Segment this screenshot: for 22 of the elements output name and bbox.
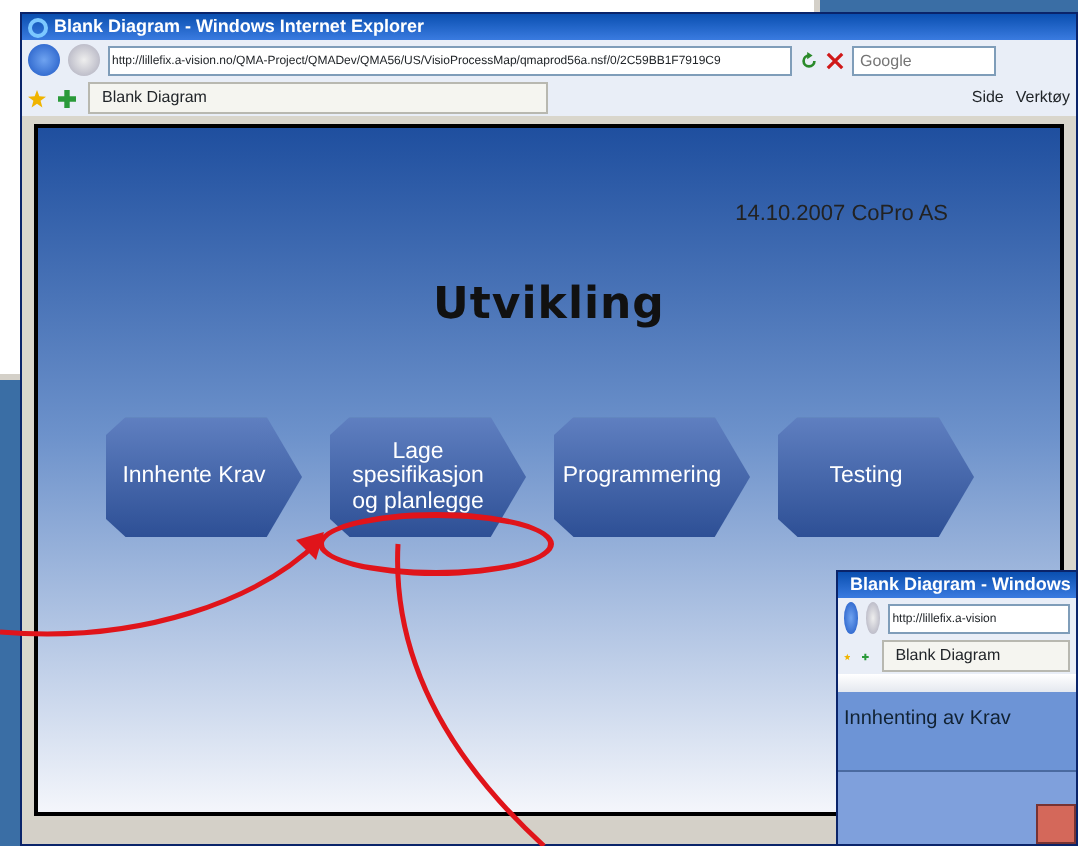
diagram-title: Utvikling [433,277,665,333]
window-title: Blank Diagram - Windows Internet Explorer [54,14,424,40]
add-favorite-icon[interactable] [58,89,76,107]
process-step[interactable]: Programmering [554,417,750,537]
section-band: Innhenting av Krav [838,692,1076,772]
browser-tab[interactable]: Blank Diagram [881,640,1070,672]
process-step[interactable]: Innhente Krav [106,417,302,537]
window-title: Blank Diagram - Windows [850,572,1071,598]
search-field[interactable]: Google [852,45,996,75]
process-step[interactable]: Testing [778,417,974,537]
browser-tab[interactable]: Blank Diagram [88,82,548,114]
back-button[interactable] [28,44,60,76]
back-button[interactable] [844,602,859,634]
diagram-date-text: 14.10.2007 CoPro AS [735,200,948,230]
process-step[interactable]: Lage spesifikasjon og planlegge [330,417,526,537]
stop-icon[interactable] [826,51,844,69]
toolbar-menu[interactable]: Side [971,86,1004,110]
refresh-icon[interactable] [800,51,818,69]
process-box [1036,804,1076,844]
star-icon[interactable] [28,89,46,107]
browser-logo-icon [28,17,48,37]
toolbar-menu[interactable]: Verktøy [1015,86,1070,110]
